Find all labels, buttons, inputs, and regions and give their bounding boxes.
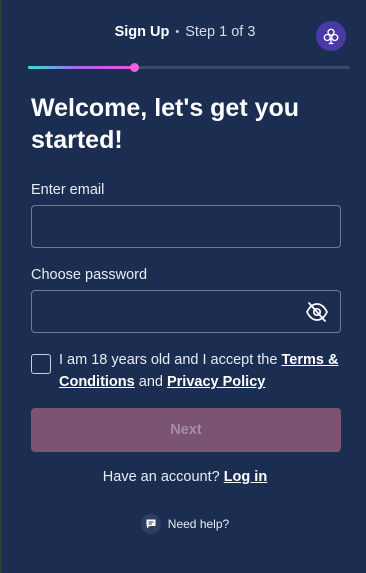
help-label: Need help? — [167, 517, 230, 531]
step-progress-bar — [28, 63, 350, 72]
login-prompt: Have an account? Log in — [2, 469, 366, 485]
have-account-text: Have an account? — [102, 469, 220, 485]
password-field[interactable] — [31, 290, 341, 333]
club-logo-icon — [323, 28, 339, 45]
terms-text: I am 18 years old and I accept the Terms… — [59, 349, 349, 393]
page-title: Welcome, let's get you started! — [31, 94, 300, 154]
email-field[interactable] — [31, 205, 341, 248]
step-progress-knob — [130, 63, 140, 72]
step-progress-fill — [28, 66, 135, 69]
signup-panel: Sign Up • Step 1 of 3 Welcome, let's get… — [0, 0, 366, 573]
header-separator: • — [175, 26, 180, 38]
eye-off-icon[interactable] — [305, 302, 329, 322]
next-button[interactable]: Next — [31, 408, 341, 452]
terms-and: and — [138, 374, 163, 390]
step-indicator: Step 1 of 3 — [185, 24, 256, 40]
password-label: Choose password — [31, 267, 148, 283]
privacy-link[interactable]: Privacy Policy — [167, 374, 265, 390]
terms-checkbox[interactable] — [31, 354, 51, 374]
login-link[interactable]: Log in — [224, 469, 268, 485]
need-help-button[interactable]: Need help? — [2, 514, 366, 534]
header-title: Sign Up — [114, 24, 170, 40]
signup-header: Sign Up • Step 1 of 3 — [2, 24, 366, 40]
brand-logo-button[interactable] — [316, 21, 346, 51]
email-label: Enter email — [31, 182, 105, 198]
terms-prefix: I am 18 years old and I accept the — [59, 352, 278, 368]
chat-icon — [140, 514, 161, 534]
